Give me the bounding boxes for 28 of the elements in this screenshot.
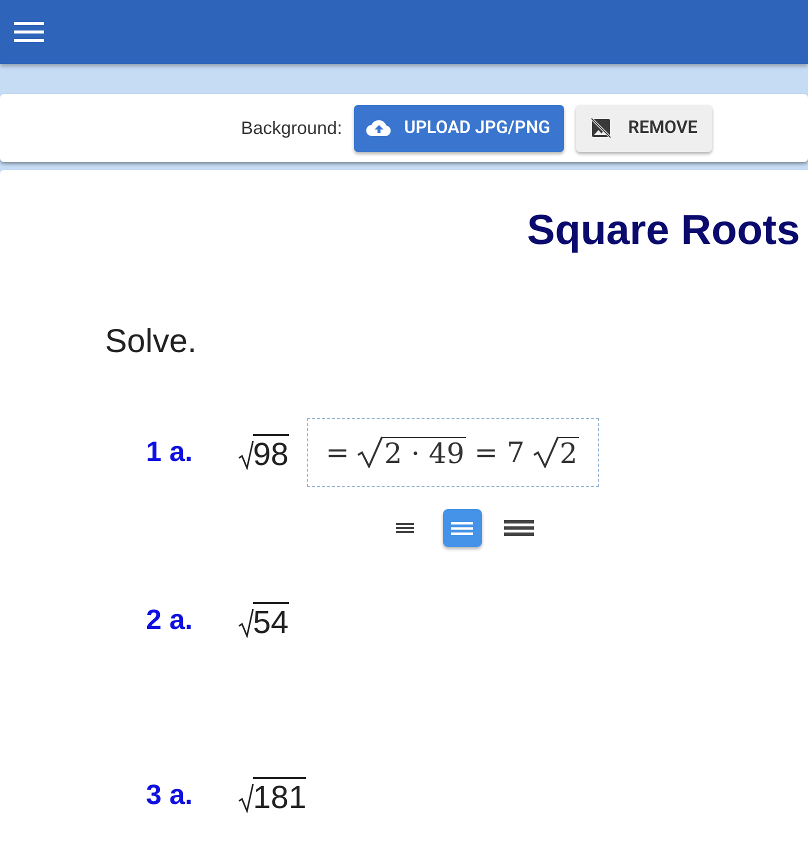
math-text: = [326,436,350,468]
background-label: Background: [241,118,342,138]
worksheet-title: Square Roots [526,206,801,254]
problem-number: 1 a. [146,436,194,468]
radicand-number: 98 [253,434,289,470]
upload-button[interactable]: UPLOAD JPG/PNG [354,104,564,152]
problem-number: 2 a. [146,604,194,636]
image-off-icon [590,117,612,139]
radical-sign-icon [238,783,254,813]
instruction-text: Solve. [105,322,198,360]
math-radicand: 2 · 49 [382,436,466,468]
radical-sign-icon [357,436,384,468]
menu-icon[interactable] [14,22,44,42]
remove-button[interactable]: REMOVE [576,104,712,152]
problem-number: 3 a. [146,779,194,811]
radicand-number: 181 [253,777,306,813]
radical-sign-icon [238,608,254,638]
answer-box[interactable]: = 2 · 49 = 7 2 [306,418,599,486]
math-text: = 7 [474,436,525,468]
radical-sign-icon [532,436,559,468]
line-spacing-toggle[interactable] [442,509,482,547]
cloud-upload-icon [366,119,392,137]
radical-sign-icon [238,440,254,470]
radicand-number: 54 [253,602,289,638]
lines-icon [451,522,473,534]
lines-icon [504,520,534,536]
lines-icon [396,523,414,533]
math-radicand: 2 [558,436,580,468]
